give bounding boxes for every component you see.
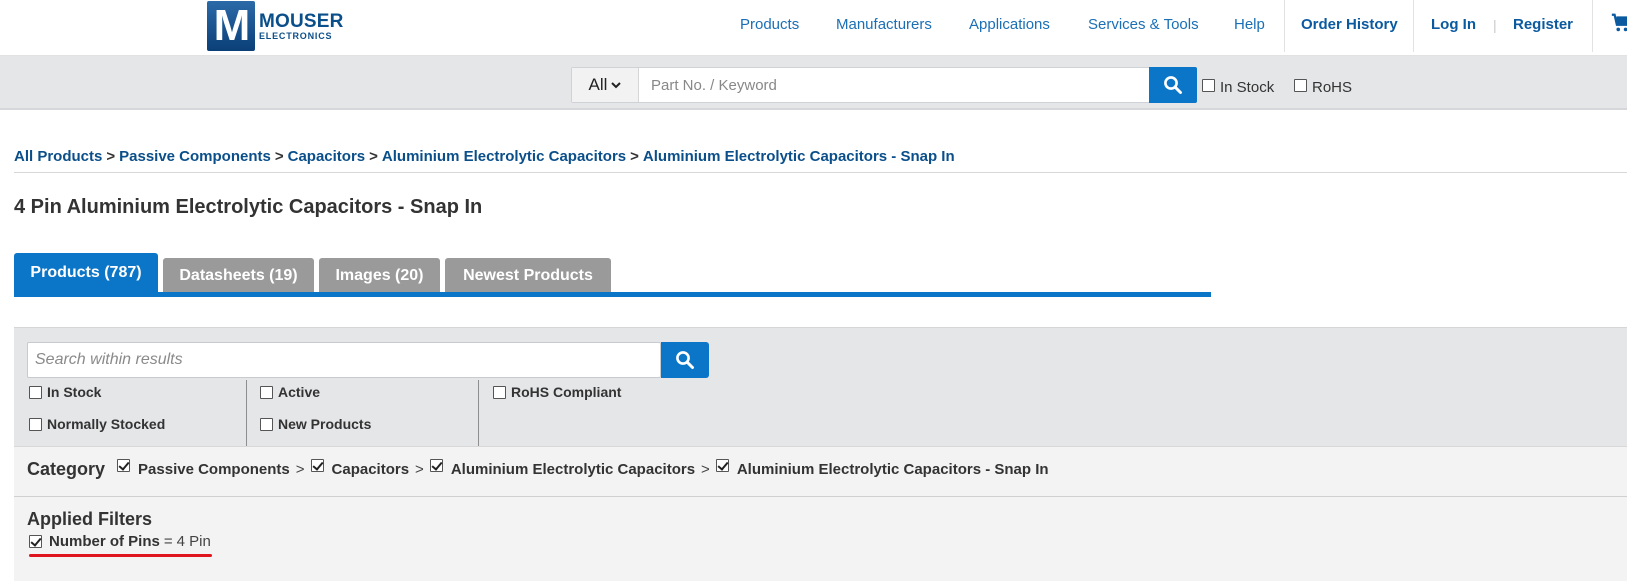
nav-pipe: | [1493,17,1497,33]
search-input[interactable] [640,68,1148,102]
category-checkbox[interactable] [715,459,729,472]
applied-filter-value: 4 Pin [176,533,211,550]
tab-datasheets[interactable]: Datasheets (19) [163,258,314,293]
nav-manufacturers[interactable]: Manufacturers [836,16,932,33]
nav-register[interactable]: Register [1513,16,1573,33]
category-aluminium-electrolytic[interactable]: Aluminium Electrolytic Capacitors [429,459,696,478]
search-band: All In Stock RoHS [0,56,1627,110]
filter-active-checkbox[interactable] [260,385,273,399]
nav-divider [1413,0,1414,52]
in-stock-toggle[interactable]: In Stock [1202,77,1275,96]
search-scope-value: All [588,75,608,94]
filter-in-stock-label: In Stock [47,384,102,400]
mouser-logo[interactable]: M MOUSER ELECTRONICS [207,1,344,51]
top-header: M MOUSER ELECTRONICS Products Manufactur… [0,0,1627,56]
category-snap-in[interactable]: Aluminium Electrolytic Capacitors - Snap… [715,459,1049,478]
filter-normally-stocked-label: Normally Stocked [47,416,166,432]
search-icon [676,351,694,369]
filter-panel: In Stock Normally Stocked Active New Pro… [14,327,1627,446]
breadcrumb-separator: > [630,148,639,165]
category-item-label: Aluminium Electrolytic Capacitors [450,461,696,478]
search-within-results [27,342,661,378]
nav-applications[interactable]: Applications [969,16,1050,33]
nav-divider [1284,0,1285,52]
nav-order-history[interactable]: Order History [1301,16,1398,33]
logo-word-2: ELECTRONICS [259,30,333,41]
search-icon [1164,76,1182,94]
filter-in-stock-checkbox[interactable] [29,385,42,399]
category-row: Category Passive Components > Capacitors… [27,459,1049,480]
breadcrumb-capacitors[interactable]: Capacitors [288,148,366,165]
applied-filter-equals: = [163,533,173,550]
filter-rohs-compliant[interactable]: RoHS Compliant [493,384,621,400]
category-item-label: Aluminium Electrolytic Capacitors - Snap… [736,461,1049,478]
nav-products[interactable]: Products [740,16,799,33]
nav-divider [1592,0,1593,52]
main-search: All [571,67,1197,103]
breadcrumb-all-products[interactable]: All Products [14,148,102,165]
category-passive-components[interactable]: Passive Components [117,459,290,478]
filter-new-products-label: New Products [278,416,372,432]
nav-help[interactable]: Help [1234,16,1265,33]
filter-active-label: Active [278,384,321,400]
rohs-toggle[interactable]: RoHS [1294,77,1353,96]
category-separator: > [701,461,710,478]
rohs-label: RoHS [1312,79,1353,96]
category-label: Category [27,459,106,479]
in-stock-label: In Stock [1220,79,1275,96]
filter-normally-stocked-checkbox[interactable] [29,417,42,431]
applied-filter-name: Number of Pins [49,533,160,550]
cart-icon[interactable] [1610,12,1627,34]
search-scope-select[interactable]: All [572,68,639,102]
category-separator: > [295,461,305,478]
logo-wordmark: MOUSER ELECTRONICS [259,12,344,41]
tab-underline [14,292,1211,297]
breadcrumb-passive-components[interactable]: Passive Components [119,148,271,165]
logo-word-1: MOUSER [259,10,344,32]
search-within-input[interactable] [28,343,660,377]
chevron-down-icon [611,82,622,89]
search-within-button[interactable] [661,342,709,378]
page-title: 4 Pin Aluminium Electrolytic Capacitors … [14,196,483,218]
breadcrumb-snap-in[interactable]: Aluminium Electrolytic Capacitors - Snap… [643,148,955,165]
tab-images[interactable]: Images (20) [319,258,440,293]
applied-filter-checkbox[interactable] [29,535,42,548]
category-checkbox[interactable] [117,459,131,472]
filter-rohs-compliant-checkbox[interactable] [493,385,506,399]
category-checkbox[interactable] [310,459,324,472]
breadcrumb-separator: > [106,148,116,165]
category-item-label: Capacitors [331,461,410,478]
rohs-checkbox[interactable] [1294,79,1307,92]
logo-mark: M [207,1,255,51]
breadcrumb-separator: > [274,148,284,165]
category-panel: Category Passive Components > Capacitors… [14,446,1627,581]
category-checkbox[interactable] [429,459,443,472]
category-divider [14,496,1627,497]
filter-divider [246,380,247,446]
tab-newest-products[interactable]: Newest Products [445,258,611,293]
breadcrumb-aluminium-electrolytic[interactable]: Aluminium Electrolytic Capacitors [382,148,626,165]
category-separator: > [415,461,424,478]
filter-new-products-checkbox[interactable] [260,417,273,431]
applied-filter-number-of-pins[interactable]: Number of Pins = 4 Pin [29,533,211,550]
breadcrumb-separator: > [369,148,378,165]
category-capacitors[interactable]: Capacitors [310,459,410,478]
highlight-underline [29,554,212,557]
filter-divider [478,380,479,446]
search-button[interactable] [1149,67,1197,103]
filter-new-products[interactable]: New Products [260,416,371,432]
filter-in-stock[interactable]: In Stock [29,384,101,400]
filter-rohs-compliant-label: RoHS Compliant [511,384,622,400]
filter-normally-stocked[interactable]: Normally Stocked [29,416,165,432]
nav-login[interactable]: Log In [1431,16,1476,33]
tab-products[interactable]: Products (787) [14,253,158,293]
category-item-label: Passive Components [138,461,290,478]
filter-active[interactable]: Active [260,384,320,400]
breadcrumb-divider [14,172,1627,173]
breadcrumb: All Products > Passive Components > Capacito… [14,148,955,165]
applied-filters-title: Applied Filters [27,509,153,529]
in-stock-checkbox[interactable] [1202,79,1215,92]
nav-services-tools[interactable]: Services & Tools [1088,16,1199,33]
